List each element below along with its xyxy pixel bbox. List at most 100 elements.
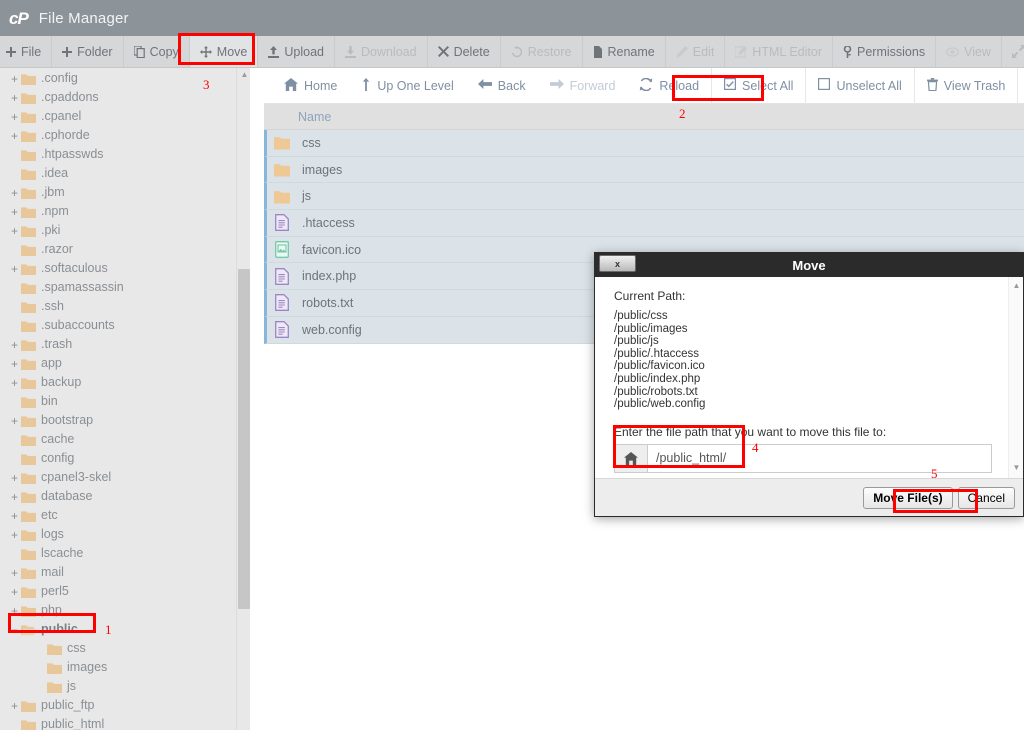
expand-icon[interactable]: + <box>8 700 21 712</box>
directory-tree-sidebar[interactable]: + .config + .cpaddons + .cpanel + .cphorde .htp… <box>0 68 250 730</box>
expand-icon[interactable]: + <box>8 206 21 218</box>
file-name: index.php <box>302 269 357 284</box>
tree-node-dot-subaccounts[interactable]: .subaccounts <box>0 316 250 335</box>
expand-icon[interactable]: + <box>8 529 21 541</box>
expand-icon[interactable]: + <box>8 225 21 237</box>
destination-path-input[interactable] <box>647 443 992 473</box>
tree-node-lscache[interactable]: lscache <box>0 544 250 563</box>
page-title: File Manager <box>38 9 129 27</box>
expand-icon[interactable]: + <box>8 567 21 579</box>
tree-node-php[interactable]: + php <box>0 601 250 620</box>
tree-node-mail[interactable]: + mail <box>0 563 250 582</box>
tree-node-js[interactable]: js <box>0 677 250 696</box>
tree-node-dot-jbm[interactable]: + .jbm <box>0 183 250 202</box>
expand-icon[interactable]: + <box>8 377 21 389</box>
sidebar-scrollbar-thumb[interactable] <box>238 269 250 609</box>
tree-node-dot-cpanel[interactable]: + .cpanel <box>0 107 250 126</box>
nav-button-up-one-level[interactable]: Up One Level <box>349 68 465 104</box>
home-icon <box>284 77 298 94</box>
expand-icon[interactable]: + <box>8 605 21 617</box>
scroll-up-icon[interactable]: ▲ <box>1009 281 1023 290</box>
toolbar-label: Download <box>360 44 417 59</box>
nav-button-home[interactable]: Home <box>272 68 349 104</box>
table-row[interactable]: images <box>264 156 1024 184</box>
home-icon[interactable] <box>614 443 647 473</box>
tree-node-public_ftp[interactable]: + public_ftp <box>0 696 250 715</box>
nav-button-unselect-all[interactable]: Unselect All <box>805 68 913 104</box>
scroll-down-icon[interactable]: ▼ <box>1009 463 1023 472</box>
table-row[interactable]: .htaccess <box>264 210 1024 237</box>
expand-icon[interactable]: + <box>8 339 21 351</box>
tree-node-dot-idea[interactable]: .idea <box>0 164 250 183</box>
tree-node-images[interactable]: images <box>0 658 250 677</box>
tree-node-dot-spamassassin[interactable]: .spamassassin <box>0 278 250 297</box>
tree-node-bin[interactable]: bin <box>0 392 250 411</box>
toolbar-button-rename[interactable]: Rename <box>583 36 666 67</box>
expand-icon[interactable]: + <box>8 130 21 142</box>
expand-icon[interactable]: + <box>8 510 21 522</box>
toolbar-button-file[interactable]: File <box>0 36 53 67</box>
tree-node-perl5[interactable]: + perl5 <box>0 582 250 601</box>
tree-node-label: perl5 <box>41 584 69 599</box>
expand-icon[interactable]: + <box>8 415 21 427</box>
cancel-button[interactable]: Cancel <box>957 486 1015 509</box>
close-icon[interactable]: x <box>599 255 636 272</box>
tree-node-dot-ssh[interactable]: .ssh <box>0 297 250 316</box>
expand-icon[interactable]: + <box>8 187 21 199</box>
expand-icon[interactable]: + <box>8 73 21 85</box>
dialog-scrollbar[interactable]: ▲ ▼ <box>1008 277 1023 478</box>
tree-node-dot-cpaddons[interactable]: + .cpaddons <box>0 88 250 107</box>
tree-node-config[interactable]: config <box>0 449 250 468</box>
tree-node-label: images <box>67 660 108 675</box>
tree-node-css[interactable]: css <box>0 639 250 658</box>
tree-node-dot-npm[interactable]: + .npm <box>0 202 250 221</box>
expand-icon[interactable]: + <box>8 586 21 598</box>
expand-icon[interactable]: + <box>8 358 21 370</box>
tree-node-dot-htpasswds[interactable]: .htpasswds <box>0 145 250 164</box>
expand-icon[interactable]: + <box>8 263 21 275</box>
tree-node-bootstrap[interactable]: + bootstrap <box>0 411 250 430</box>
tree-node-public[interactable]: − public <box>0 620 250 639</box>
expand-icon[interactable]: + <box>8 92 21 104</box>
tree-node-cpanel3-skel[interactable]: + cpanel3-skel <box>0 468 250 487</box>
nav-button-reload[interactable]: Reload <box>627 68 711 104</box>
table-row[interactable]: css <box>264 130 1024 157</box>
tree-node-public_html[interactable]: public_html <box>0 715 250 730</box>
upload-icon <box>268 45 280 58</box>
tree-node-dot-razor[interactable]: .razor <box>0 240 250 259</box>
tree-node-label: .subaccounts <box>41 318 115 333</box>
sidebar-scrollbar[interactable]: ▲ <box>236 68 250 730</box>
tree-node-logs[interactable]: + logs <box>0 525 250 544</box>
toolbar-button-copy[interactable]: Copy <box>124 36 190 67</box>
tree-node-database[interactable]: + database <box>0 487 250 506</box>
tree-node-app[interactable]: + app <box>0 354 250 373</box>
tree-node-label: .trash <box>41 337 73 352</box>
toolbar-button-delete[interactable]: Delete <box>428 36 501 67</box>
expand-icon[interactable]: + <box>8 111 21 123</box>
nav-button-select-all[interactable]: Select All <box>711 68 805 104</box>
tree-node-cache[interactable]: cache <box>0 430 250 449</box>
move-files-button[interactable]: Move File(s) <box>863 486 953 509</box>
toolbar-button-upload[interactable]: Upload <box>258 36 335 67</box>
tree-node-dot-pki[interactable]: + .pki <box>0 221 250 240</box>
tree-node-dot-trash[interactable]: + .trash <box>0 335 250 354</box>
expand-icon[interactable]: + <box>8 472 21 484</box>
toolbar-button-permissions[interactable]: Permissions <box>833 36 937 67</box>
tree-node-etc[interactable]: + etc <box>0 506 250 525</box>
tree-node-dot-config[interactable]: + .config <box>0 69 250 88</box>
toolbar-button-move[interactable]: Move <box>189 36 259 67</box>
nav-button-back[interactable]: Back <box>466 68 538 104</box>
collapse-icon[interactable]: − <box>8 624 21 636</box>
tree-node-dot-softaculous[interactable]: + .softaculous <box>0 259 250 278</box>
tree-node-dot-cphorde[interactable]: + .cphorde <box>0 126 250 145</box>
scroll-up-icon[interactable]: ▲ <box>240 70 249 79</box>
toolbar-button-expand[interactable] <box>1002 36 1024 67</box>
toolbar-button-folder[interactable]: Folder <box>52 36 124 67</box>
tree-node-backup[interactable]: + backup <box>0 373 250 392</box>
toolbar-label: View <box>964 44 991 59</box>
nav-button-view-trash[interactable]: View Trash <box>913 68 1018 104</box>
table-row[interactable]: js <box>264 183 1024 211</box>
expand-icon[interactable]: + <box>8 491 21 503</box>
